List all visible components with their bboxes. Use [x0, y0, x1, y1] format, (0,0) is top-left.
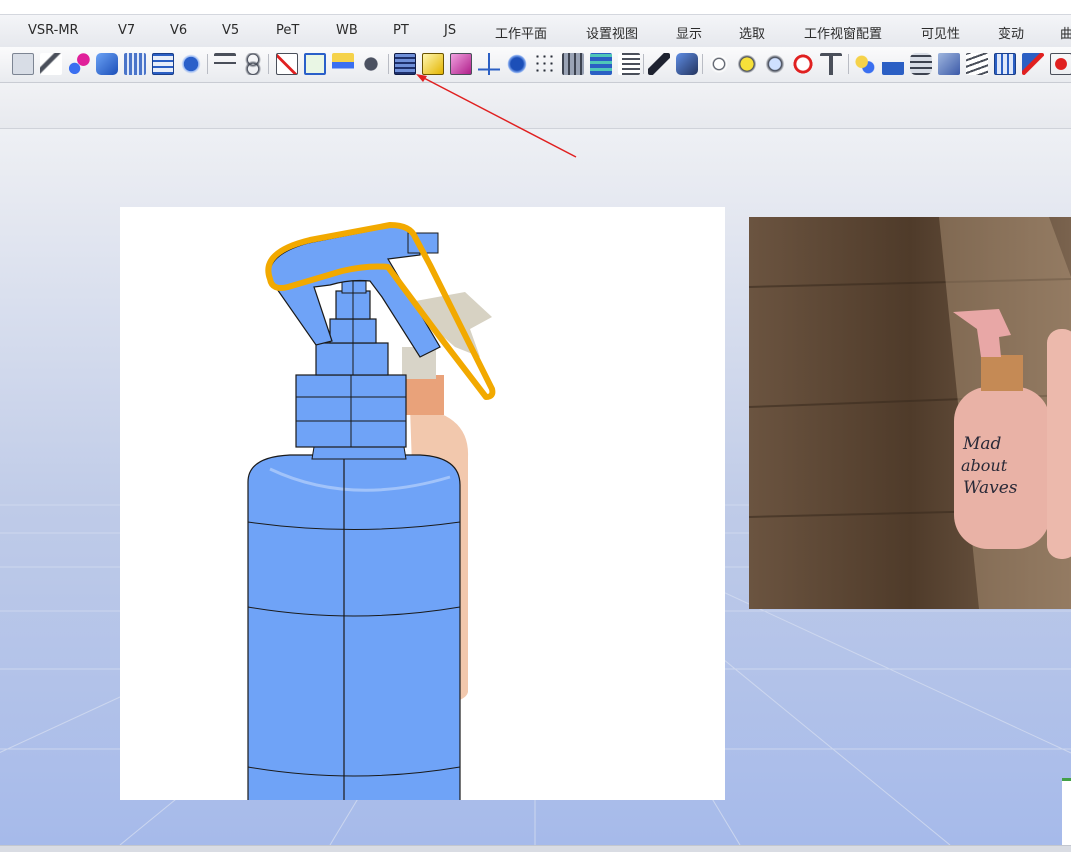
command-toolbar: [0, 47, 1071, 83]
perspective-viewport[interactable]: Mad about Waves: [0, 129, 1071, 845]
filter-icon[interactable]: [820, 53, 842, 75]
menu-tab-bar: VSR-MR V7 V6 V5 PeT WB PT JS 工作平面 设置视图 显…: [0, 14, 1071, 47]
title-strip: [0, 0, 1071, 14]
reference-image-left[interactable]: [120, 207, 725, 845]
layers-icon[interactable]: [332, 53, 354, 75]
tab-set-view[interactable]: 设置视图: [586, 23, 638, 42]
sphere-c-icon[interactable]: [764, 53, 786, 75]
tab-transform[interactable]: 变动: [998, 23, 1024, 42]
pointer-icon[interactable]: [1022, 53, 1044, 75]
select-points-icon[interactable]: [12, 53, 34, 75]
tab-display[interactable]: 显示: [676, 23, 702, 42]
mesh-icon[interactable]: [124, 53, 146, 75]
solid-icon[interactable]: [506, 53, 528, 75]
analysis-icon[interactable]: [214, 53, 236, 75]
tab-select[interactable]: 选取: [739, 23, 765, 42]
tab-v7[interactable]: V7: [118, 23, 135, 38]
tab-js[interactable]: JS: [444, 23, 456, 38]
points-icon[interactable]: [68, 53, 90, 75]
loop-icon[interactable]: [242, 53, 264, 75]
heart-icon[interactable]: [1050, 53, 1071, 75]
tab-curve[interactable]: 曲: [1060, 23, 1071, 42]
tab-visibility[interactable]: 可见性: [921, 23, 960, 42]
sphere-grid-icon[interactable]: [180, 53, 202, 75]
mesh-wire-icon[interactable]: [562, 53, 584, 75]
tab-pet[interactable]: PeT: [276, 23, 299, 38]
side-panel-edge: [1062, 778, 1071, 845]
shaded-box-icon[interactable]: [422, 53, 444, 75]
bottle-model: [247, 222, 496, 845]
tab-workplane[interactable]: 工作平面: [495, 23, 547, 42]
tab-wb[interactable]: WB: [336, 23, 358, 38]
stack-icon[interactable]: [590, 53, 612, 75]
wood-photo: Mad about Waves: [749, 217, 1071, 609]
wire-box-icon[interactable]: [450, 53, 472, 75]
slice-icon[interactable]: [276, 53, 298, 75]
list-icon[interactable]: [618, 53, 640, 75]
tab-pt[interactable]: PT: [393, 23, 409, 38]
surface-grid-icon[interactable]: [394, 53, 416, 75]
bottle-label-line2: about: [961, 456, 1008, 475]
wave-icon[interactable]: [966, 53, 988, 75]
axis-icon[interactable]: [478, 53, 500, 75]
grid-surface-icon[interactable]: [152, 53, 174, 75]
reference-photo-right[interactable]: Mad about Waves: [749, 217, 1071, 609]
curve-icon[interactable]: [40, 53, 62, 75]
bottle-label-line3: Waves: [963, 478, 1018, 498]
status-bar: [0, 845, 1071, 852]
tool-icon[interactable]: [648, 53, 670, 75]
box-icon[interactable]: [96, 53, 118, 75]
check-icon[interactable]: [304, 53, 326, 75]
secondary-toolbar-strip: [0, 83, 1071, 129]
bottle-label-line1: Mad: [962, 434, 1002, 454]
render-icon[interactable]: [360, 53, 382, 75]
tab-viewport-layout[interactable]: 工作视窗配置: [804, 23, 882, 42]
sphere-b-icon[interactable]: [736, 53, 758, 75]
hand-icon[interactable]: [882, 53, 904, 75]
point-grid-icon[interactable]: [534, 53, 556, 75]
grid2-icon[interactable]: [994, 53, 1016, 75]
plane-icon[interactable]: [938, 53, 960, 75]
tab-vsr-mr[interactable]: VSR-MR: [28, 23, 79, 38]
layers2-icon[interactable]: [910, 53, 932, 75]
tab-v6[interactable]: V6: [170, 23, 187, 38]
no-entry-icon[interactable]: [792, 53, 814, 75]
sphere-a-icon[interactable]: [708, 53, 730, 75]
tab-v5[interactable]: V5: [222, 23, 239, 38]
puzzle-icon[interactable]: [854, 53, 876, 75]
cubes-icon[interactable]: [676, 53, 698, 75]
